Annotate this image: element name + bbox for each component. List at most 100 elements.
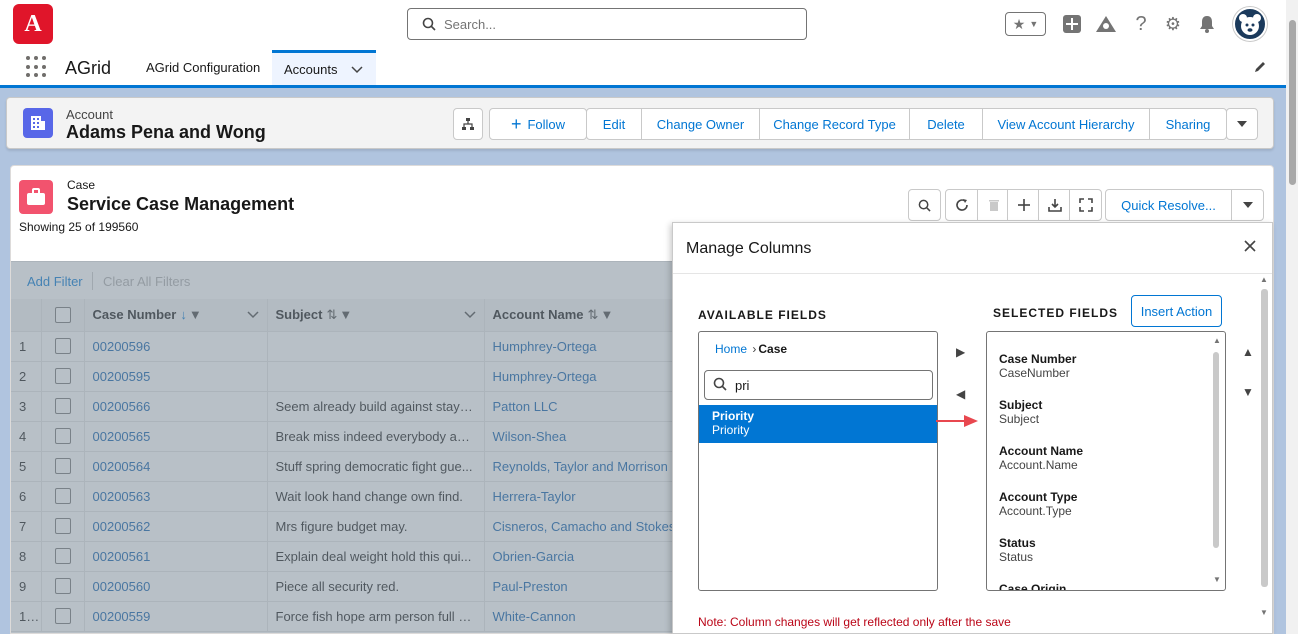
quick-resolve-button[interactable]: Quick Resolve...: [1105, 189, 1232, 221]
help-icon[interactable]: ?: [1130, 12, 1152, 36]
case-number-cell[interactable]: 00200560: [84, 571, 268, 602]
insert-action-button[interactable]: Insert Action: [1131, 295, 1222, 327]
row-checkbox[interactable]: [54, 488, 71, 505]
field-search-input[interactable]: pri: [704, 370, 933, 400]
more-actions-button[interactable]: [1226, 108, 1258, 140]
row-select-cell[interactable]: [41, 541, 85, 572]
add-row-button[interactable]: [1007, 189, 1040, 221]
close-icon[interactable]: [1244, 240, 1256, 255]
breadcrumb-home-link[interactable]: Home: [715, 342, 747, 356]
edit-nav-pencil-icon[interactable]: [1253, 60, 1267, 77]
account-name-link[interactable]: Humphrey-Ortega: [493, 369, 597, 384]
account-name-link[interactable]: Obrien-Garcia: [493, 549, 575, 564]
table-row[interactable]: 8 00200561 Explain deal weight hold this q…: [11, 541, 712, 572]
available-field-item[interactable]: Priority Priority: [699, 405, 937, 443]
setup-gear-icon[interactable]: ⚙: [1162, 12, 1184, 36]
user-avatar[interactable]: [1233, 7, 1267, 41]
case-number-link[interactable]: 00200560: [93, 579, 151, 594]
tab-accounts[interactable]: Accounts: [272, 50, 376, 85]
row-select-cell[interactable]: [41, 361, 85, 392]
account-name-link[interactable]: Herrera-Taylor: [493, 489, 576, 504]
global-search-input[interactable]: Search...: [407, 8, 807, 40]
account-name-link[interactable]: White-Cannon: [493, 609, 576, 624]
move-left-icon[interactable]: ◀: [956, 387, 965, 401]
column-header-subject[interactable]: Subject ⇅ ▼: [267, 299, 485, 332]
selected-field-item[interactable]: Subject Subject: [999, 398, 1042, 426]
table-row[interactable]: 6 00200563 Wait look hand change own find.…: [11, 481, 712, 512]
row-checkbox[interactable]: [54, 368, 71, 385]
column-header-case-number[interactable]: Case Number ↓ ▼: [84, 299, 268, 332]
row-select-cell[interactable]: [41, 571, 85, 602]
hierarchy-button[interactable]: [453, 108, 483, 140]
delete-button[interactable]: Delete: [909, 108, 983, 140]
panel-scroll-up-arrow[interactable]: ▲: [1260, 275, 1268, 284]
delete-row-trash-icon[interactable]: [977, 189, 1010, 221]
filter-icon[interactable]: ▼: [189, 307, 202, 322]
table-row[interactable]: 3 00200566 Seem already build against stay…: [11, 391, 712, 422]
panel-scrollbar[interactable]: [1261, 289, 1268, 587]
column-menu-chevron-icon[interactable]: [246, 307, 259, 322]
sort-icon[interactable]: ⇅: [326, 307, 337, 323]
sort-desc-icon[interactable]: ↓: [180, 307, 187, 322]
table-row[interactable]: 2 00200595 Humphrey-Ortega: [11, 361, 712, 392]
add-filter-link[interactable]: Add Filter: [27, 274, 83, 289]
app-logo[interactable]: A: [13, 4, 53, 44]
case-number-link[interactable]: 00200561: [93, 549, 151, 564]
select-all-checkbox[interactable]: [54, 307, 71, 324]
move-up-icon[interactable]: ▲: [1242, 345, 1254, 359]
table-row[interactable]: 7 00200562 Mrs figure budget may. Cisneros,…: [11, 511, 712, 542]
app-launcher-icon[interactable]: [26, 56, 48, 78]
add-icon[interactable]: [1061, 12, 1083, 36]
row-select-cell[interactable]: [41, 481, 85, 512]
refresh-button[interactable]: [945, 189, 978, 221]
account-name-link[interactable]: Patton LLC: [493, 399, 558, 414]
row-select-cell[interactable]: [41, 451, 85, 482]
selected-field-item[interactable]: Account Type Account.Type: [999, 490, 1077, 518]
scroll-up-arrow[interactable]: ▲: [1213, 336, 1221, 345]
row-select-cell[interactable]: [41, 421, 85, 452]
table-row[interactable]: 4 00200565 Break miss indeed everybody am.…: [11, 421, 712, 452]
table-row[interactable]: 5 00200564 Stuff spring democratic fight g…: [11, 451, 712, 482]
case-number-link[interactable]: 00200563: [93, 489, 151, 504]
selected-field-item[interactable]: Case Origin: [999, 582, 1066, 590]
case-number-link[interactable]: 00200566: [93, 399, 151, 414]
favorites-icon[interactable]: ★ ▼: [1005, 12, 1046, 36]
view-account-hierarchy-button[interactable]: View Account Hierarchy: [982, 108, 1150, 140]
selected-list-scrollbar[interactable]: [1213, 352, 1219, 548]
row-checkbox[interactable]: [54, 518, 71, 535]
clear-all-filters-link[interactable]: Clear All Filters: [103, 274, 190, 289]
table-row[interactable]: 9 00200560 Piece all security red. Paul-Pre…: [11, 571, 712, 602]
case-number-cell[interactable]: 00200596: [84, 331, 268, 362]
expand-fullscreen-icon[interactable]: [1069, 189, 1102, 221]
filter-icon[interactable]: ▼: [600, 307, 613, 322]
chevron-down-icon[interactable]: [351, 62, 364, 77]
row-select-cell[interactable]: [41, 331, 85, 362]
row-checkbox[interactable]: [54, 398, 71, 415]
move-down-icon[interactable]: ▼: [1242, 385, 1254, 399]
case-number-link[interactable]: 00200565: [93, 429, 151, 444]
page-scrollbar-thumb[interactable]: [1289, 20, 1296, 185]
row-checkbox[interactable]: [54, 338, 71, 355]
select-all-header[interactable]: [41, 299, 85, 332]
account-name-link[interactable]: Humphrey-Ortega: [493, 339, 597, 354]
case-number-link[interactable]: 00200595: [93, 369, 151, 384]
row-select-cell[interactable]: [41, 511, 85, 542]
selected-field-item[interactable]: Account Name Account.Name: [999, 444, 1083, 472]
case-number-cell[interactable]: 00200561: [84, 541, 268, 572]
table-row[interactable]: 1 00200596 Humphrey-Ortega: [11, 331, 712, 362]
case-number-link[interactable]: 00200596: [93, 339, 151, 354]
table-row[interactable]: 10 00200559 Force fish hope arm person ful…: [11, 601, 712, 632]
row-checkbox[interactable]: [54, 458, 71, 475]
account-name-link[interactable]: Reynolds, Taylor and Morrison: [493, 459, 668, 474]
download-icon[interactable]: [1038, 189, 1071, 221]
account-name-link[interactable]: Cisneros, Camacho and Stokes: [493, 519, 676, 534]
case-number-link[interactable]: 00200564: [93, 459, 151, 474]
tab-agrid-configuration[interactable]: AGrid Configuration: [134, 50, 272, 85]
move-right-icon[interactable]: ▶: [956, 345, 965, 359]
column-menu-chevron-icon[interactable]: [463, 307, 476, 322]
account-name-link[interactable]: Wilson-Shea: [493, 429, 567, 444]
row-select-cell[interactable]: [41, 601, 85, 632]
filter-icon[interactable]: ▼: [339, 307, 352, 322]
case-number-cell[interactable]: 00200559: [84, 601, 268, 632]
sharing-button[interactable]: Sharing: [1149, 108, 1227, 140]
